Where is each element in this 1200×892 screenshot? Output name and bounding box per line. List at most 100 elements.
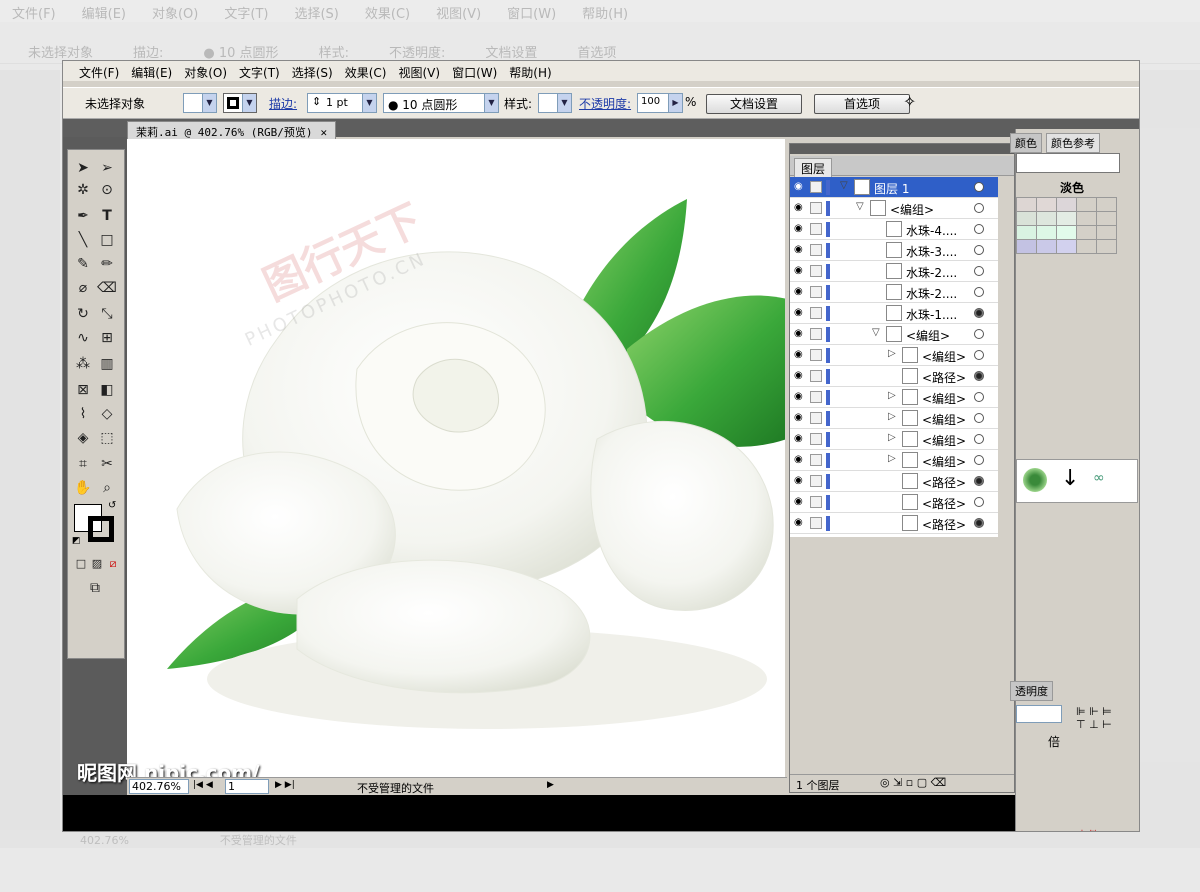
lock-toggle[interactable] — [810, 454, 822, 466]
layer-row[interactable]: ◉ <路径> — [790, 513, 998, 534]
stroke-color-swatch[interactable] — [88, 516, 114, 542]
status-message[interactable]: 不受管理的文件 — [357, 780, 434, 796]
lock-toggle[interactable] — [810, 370, 822, 382]
blend-tool-icon[interactable]: ◇ — [96, 404, 118, 424]
lock-toggle[interactable] — [810, 286, 822, 298]
lock-toggle[interactable] — [810, 433, 822, 445]
target-circle-icon[interactable] — [974, 287, 984, 297]
expand-toggle-icon[interactable]: ▽ — [840, 180, 848, 191]
layer-actions-icons[interactable]: ◎ ⇲ ▫ ▢ ⌫ — [880, 776, 946, 789]
lock-toggle[interactable] — [810, 223, 822, 235]
symbol-arrow-icon[interactable]: ↓ — [1061, 466, 1079, 491]
default-colors-icon[interactable]: ◩ — [72, 536, 81, 546]
menu-effect[interactable]: 效果(C) — [339, 61, 393, 81]
pen-tool-icon[interactable]: ✒ — [72, 206, 94, 226]
column-graph-tool-icon[interactable]: ▥ — [96, 354, 118, 374]
close-icon[interactable]: ✕ — [320, 126, 327, 139]
lock-toggle[interactable] — [810, 265, 822, 277]
target-circle-icon[interactable] — [974, 182, 984, 192]
lasso-tool-icon[interactable]: ⊙ — [96, 180, 118, 200]
pencil-tool-icon[interactable]: ✏ — [96, 254, 118, 274]
lock-toggle[interactable] — [810, 202, 822, 214]
fill-swatch[interactable]: ▼ — [183, 93, 217, 113]
first-page-icon[interactable]: |◀ ◀ — [193, 780, 213, 790]
rotate-tool-icon[interactable]: ↻ — [72, 304, 94, 324]
zoom-field[interactable]: 402.76% — [129, 779, 189, 794]
eraser-tool-icon[interactable]: ⌫ — [96, 278, 118, 298]
target-circle-icon[interactable] — [974, 392, 984, 402]
gradient-tool-icon[interactable]: ◧ — [96, 380, 118, 400]
target-circle-icon[interactable] — [974, 476, 984, 486]
status-menu-icon[interactable]: ▶ — [547, 780, 554, 790]
visibility-eye-icon[interactable]: ◉ — [794, 265, 803, 276]
expand-toggle-icon[interactable]: ▽ — [872, 327, 880, 338]
graphic-style-select[interactable]: ▼ — [538, 93, 572, 113]
blob-brush-tool-icon[interactable]: ⌀ — [72, 278, 94, 298]
layers-tab[interactable]: 图层 — [794, 158, 833, 178]
harmony-select[interactable] — [1016, 153, 1120, 173]
stroke-label[interactable]: 描边: — [269, 95, 297, 112]
target-circle-icon[interactable] — [974, 455, 984, 465]
mesh-tool-icon[interactable]: ⊠ — [72, 380, 94, 400]
selection-tool-icon[interactable]: ➤ — [72, 158, 94, 178]
lock-toggle[interactable] — [810, 496, 822, 508]
magic-wand-tool-icon[interactable]: ✲ — [72, 180, 94, 200]
symbol-sprayer-tool-icon[interactable]: ⁂ — [72, 354, 94, 374]
visibility-eye-icon[interactable]: ◉ — [794, 307, 803, 318]
target-circle-icon[interactable] — [974, 350, 984, 360]
layer-row[interactable]: ◉ ▽ 图层 1 — [790, 177, 998, 198]
visibility-eye-icon[interactable]: ◉ — [794, 454, 803, 465]
opacity-field[interactable]: 100 ▶ — [637, 93, 683, 113]
menu-file[interactable]: 文件(F) — [73, 61, 125, 81]
eyedropper-tool-icon[interactable]: ⌇ — [72, 404, 94, 424]
target-circle-icon[interactable] — [974, 329, 984, 339]
menu-select[interactable]: 选择(S) — [286, 61, 339, 81]
layer-row[interactable]: ◉ <路径> — [790, 492, 998, 513]
menu-view[interactable]: 视图(V) — [392, 61, 446, 81]
brush-definition-select[interactable]: ● 10 点圆形 ▼ — [383, 93, 499, 113]
free-transform-tool-icon[interactable]: ⊞ — [96, 328, 118, 348]
layer-row[interactable]: ◉ <路径> — [790, 471, 998, 492]
layer-row[interactable]: ◉ ▷ <编组> — [790, 345, 998, 366]
swap-colors-icon[interactable]: ↺ — [108, 500, 116, 511]
color-guide-tab[interactable]: 颜色参考 — [1046, 133, 1100, 153]
lock-toggle[interactable] — [810, 328, 822, 340]
expand-toggle-icon[interactable]: ▷ — [888, 411, 896, 422]
layer-row[interactable]: ◉ 水珠-1.... — [790, 303, 998, 324]
visibility-eye-icon[interactable]: ◉ — [794, 370, 803, 381]
target-circle-icon[interactable] — [974, 413, 984, 423]
zoom-tool-icon[interactable]: ⌕ — [96, 478, 118, 498]
target-circle-icon[interactable] — [974, 434, 984, 444]
visibility-eye-icon[interactable]: ◉ — [794, 244, 803, 255]
color-tab[interactable]: 颜色 — [1010, 133, 1042, 153]
visibility-eye-icon[interactable]: ◉ — [794, 181, 803, 192]
hand-tool-icon[interactable]: ✋ — [72, 478, 94, 498]
target-circle-icon[interactable] — [974, 203, 984, 213]
expand-toggle-icon[interactable]: ▷ — [888, 390, 896, 401]
stepper-icon[interactable]: ⇕ — [312, 95, 321, 108]
warp-tool-icon[interactable]: ∿ — [72, 328, 94, 348]
visibility-eye-icon[interactable]: ◉ — [794, 517, 803, 528]
paintbrush-tool-icon[interactable]: ✎ — [72, 254, 94, 274]
live-paint-bucket-icon[interactable]: ◈ — [72, 428, 94, 448]
page-field[interactable]: 1 — [225, 779, 269, 794]
lock-toggle[interactable] — [810, 412, 822, 424]
layer-row[interactable]: ◉ ▷ <编组> — [790, 387, 998, 408]
lock-toggle[interactable] — [810, 517, 822, 529]
type-tool-icon[interactable]: T — [96, 206, 118, 226]
layer-row[interactable]: ◉ ▽ <编组> — [790, 198, 998, 219]
visibility-eye-icon[interactable]: ◉ — [794, 391, 803, 402]
transparency-tab[interactable]: 透明度 — [1010, 681, 1053, 701]
lock-toggle[interactable] — [810, 475, 822, 487]
align-buttons-icon[interactable]: ⊫ ⊩ ⊨ ⊤ ⊥ ⊢ — [1076, 705, 1136, 745]
layer-row[interactable]: ◉ ▷ <编组> — [790, 450, 998, 471]
wand-icon[interactable]: ✧ — [903, 92, 916, 111]
target-circle-icon[interactable] — [974, 371, 984, 381]
visibility-eye-icon[interactable]: ◉ — [794, 223, 803, 234]
target-circle-icon[interactable] — [974, 308, 984, 318]
menu-help[interactable]: 帮助(H) — [503, 61, 557, 81]
scale-tool-icon[interactable]: ⤡ — [96, 304, 118, 324]
layer-row[interactable]: ◉ ▽ <编组> — [790, 324, 998, 345]
opacity-label[interactable]: 不透明度: — [579, 95, 631, 112]
expand-toggle-icon[interactable]: ▽ — [856, 201, 864, 212]
